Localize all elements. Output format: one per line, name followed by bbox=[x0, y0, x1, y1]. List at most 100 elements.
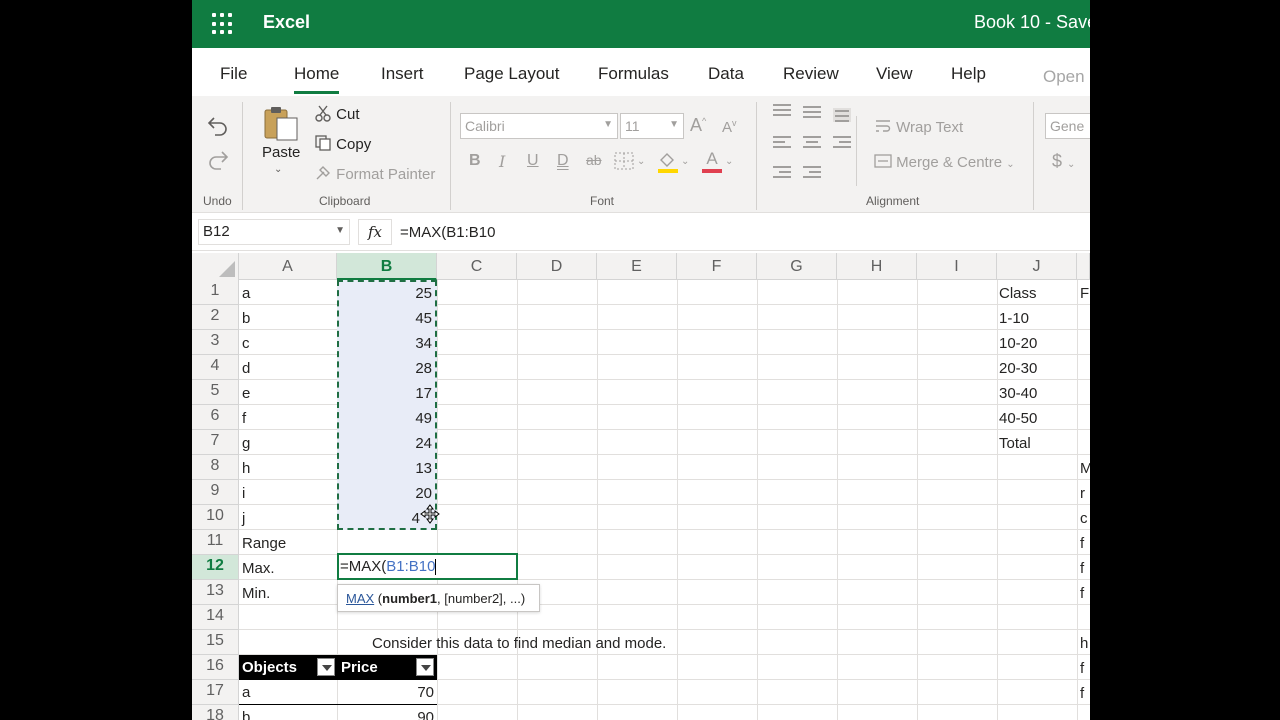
cell-j5[interactable]: 30-40 bbox=[999, 381, 1037, 406]
fill-color-icon[interactable] bbox=[657, 150, 679, 179]
document-title[interactable]: Book 10 - Saved bbox=[974, 12, 1090, 33]
cell-k1[interactable]: F bbox=[1080, 281, 1089, 306]
tab-help[interactable]: Help bbox=[951, 64, 986, 84]
font-size-select[interactable]: 11 ▼ bbox=[620, 113, 684, 139]
cell-b9[interactable]: 20 bbox=[339, 481, 435, 506]
row-header-9[interactable]: 9 bbox=[192, 480, 239, 505]
cell-b7[interactable]: 24 bbox=[339, 431, 435, 456]
align-left-icon[interactable] bbox=[773, 136, 791, 150]
italic-icon[interactable]: I bbox=[499, 152, 505, 171]
cell-a5[interactable]: e bbox=[242, 381, 250, 406]
cell-a7[interactable]: g bbox=[242, 431, 250, 456]
row-header-1[interactable]: 1 bbox=[192, 280, 239, 305]
cut-button[interactable]: Cut bbox=[314, 104, 360, 126]
tab-insert[interactable]: Insert bbox=[381, 64, 424, 84]
insert-function-button[interactable]: fx bbox=[358, 219, 392, 245]
decrease-font-size-icon[interactable]: Av bbox=[722, 118, 737, 136]
merge-centre-button[interactable]: Merge & Centre ⌄ bbox=[874, 153, 1015, 173]
currency-format-icon[interactable]: $ ⌄ bbox=[1052, 151, 1075, 172]
cell-a12[interactable]: Max. bbox=[242, 556, 275, 581]
cell-a3[interactable]: c bbox=[242, 331, 250, 356]
tab-open[interactable]: Open bbox=[1043, 67, 1085, 87]
format-painter-button[interactable]: Format Painter bbox=[314, 164, 435, 186]
align-center-icon[interactable] bbox=[803, 136, 821, 150]
undo-icon[interactable] bbox=[206, 114, 230, 140]
font-color-icon[interactable]: A bbox=[702, 149, 722, 173]
align-top-icon[interactable] bbox=[773, 104, 791, 118]
align-bottom-icon[interactable] bbox=[833, 108, 851, 122]
row-header-14[interactable]: 14 bbox=[192, 605, 239, 630]
borders-chevron-icon[interactable]: ⌄ bbox=[637, 156, 645, 167]
row-header-7[interactable]: 7 bbox=[192, 430, 239, 455]
row-header-4[interactable]: 4 bbox=[192, 355, 239, 380]
filter-dropdown-icon[interactable] bbox=[317, 658, 335, 676]
cell-a4[interactable]: d bbox=[242, 356, 250, 381]
cell-a2[interactable]: b bbox=[242, 306, 250, 331]
cell-a9[interactable]: i bbox=[242, 481, 245, 506]
table-row-1-objects[interactable]: a bbox=[239, 680, 338, 705]
tab-file[interactable]: File bbox=[220, 64, 247, 84]
row-header-6[interactable]: 6 bbox=[192, 405, 239, 430]
row-header-13[interactable]: 13 bbox=[192, 580, 239, 605]
cell-a6[interactable]: f bbox=[242, 406, 246, 431]
cell-j6[interactable]: 40-50 bbox=[999, 406, 1037, 431]
cell-b8[interactable]: 13 bbox=[339, 456, 435, 481]
cell-b3[interactable]: 34 bbox=[339, 331, 435, 356]
cell-k11[interactable]: f bbox=[1080, 531, 1084, 556]
cell-b4[interactable]: 28 bbox=[339, 356, 435, 381]
increase-indent-icon[interactable] bbox=[803, 166, 821, 180]
align-middle-icon[interactable] bbox=[803, 106, 821, 120]
paste-icon[interactable] bbox=[262, 104, 302, 142]
row-header-16[interactable]: 16 bbox=[192, 655, 239, 680]
cell-j4[interactable]: 20-30 bbox=[999, 356, 1037, 381]
column-header-c[interactable]: C bbox=[437, 253, 517, 280]
cell-j1[interactable]: Class bbox=[999, 281, 1037, 306]
function-help-link[interactable]: MAX bbox=[346, 591, 374, 606]
row-header-2[interactable]: 2 bbox=[192, 305, 239, 330]
tab-view[interactable]: View bbox=[876, 64, 913, 84]
tab-formulas[interactable]: Formulas bbox=[598, 64, 669, 84]
table-row-2-price[interactable]: 90 bbox=[338, 705, 437, 720]
select-all-corner[interactable] bbox=[192, 253, 239, 280]
strikethrough-icon[interactable]: ab bbox=[586, 152, 602, 168]
cell-b5[interactable]: 17 bbox=[339, 381, 435, 406]
app-launcher-icon[interactable] bbox=[212, 13, 234, 35]
column-header-h[interactable]: H bbox=[837, 253, 917, 280]
column-header-a[interactable]: A bbox=[239, 253, 337, 280]
double-underline-icon[interactable]: D bbox=[557, 152, 569, 170]
cell-k9[interactable]: r bbox=[1080, 481, 1085, 506]
row-header-5[interactable]: 5 bbox=[192, 380, 239, 405]
column-header-b[interactable]: B bbox=[337, 253, 437, 280]
fill-chevron-icon[interactable]: ⌄ bbox=[681, 156, 689, 167]
cell-k13[interactable]: f bbox=[1080, 581, 1084, 606]
table-row-1-price[interactable]: 70 bbox=[338, 680, 437, 705]
cell-a11[interactable]: Range bbox=[242, 531, 286, 556]
cell-k10[interactable]: c bbox=[1080, 506, 1088, 531]
cell-a8[interactable]: h bbox=[242, 456, 250, 481]
cell-k15[interactable]: h bbox=[1080, 631, 1088, 656]
column-header-j[interactable]: J bbox=[997, 253, 1077, 280]
cell-j3[interactable]: 10-20 bbox=[999, 331, 1037, 356]
increase-font-size-icon[interactable]: A^ bbox=[690, 115, 706, 136]
table-row-2-objects[interactable]: b bbox=[239, 705, 338, 720]
cell-j2[interactable]: 1-10 bbox=[999, 306, 1029, 331]
redo-icon[interactable] bbox=[206, 148, 230, 174]
cell-k8[interactable]: M bbox=[1080, 456, 1090, 481]
tab-home[interactable]: Home bbox=[294, 64, 340, 94]
cell-a1[interactable]: a bbox=[242, 281, 250, 306]
row-header-10[interactable]: 10 bbox=[192, 505, 239, 530]
column-header-d[interactable]: D bbox=[517, 253, 597, 280]
table-header-objects[interactable]: Objects bbox=[239, 655, 338, 680]
paste-chevron-icon[interactable]: ⌄ bbox=[274, 164, 282, 175]
font-name-select[interactable]: Calibri ▼ bbox=[460, 113, 618, 139]
worksheet-grid[interactable]: A B C D E F G H I J 1 2 3 4 5 6 7 8 9 10… bbox=[192, 253, 1090, 720]
cell-a10[interactable]: j bbox=[242, 506, 245, 531]
align-right-icon[interactable] bbox=[833, 136, 851, 150]
column-header-e[interactable]: E bbox=[597, 253, 677, 280]
column-header-g[interactable]: G bbox=[757, 253, 837, 280]
cell-a13[interactable]: Min. bbox=[242, 581, 270, 606]
underline-icon[interactable]: U bbox=[527, 152, 539, 170]
paste-button[interactable]: Paste bbox=[262, 144, 300, 161]
row-header-18[interactable]: 18 bbox=[192, 705, 239, 720]
cell-b2[interactable]: 45 bbox=[339, 306, 435, 331]
